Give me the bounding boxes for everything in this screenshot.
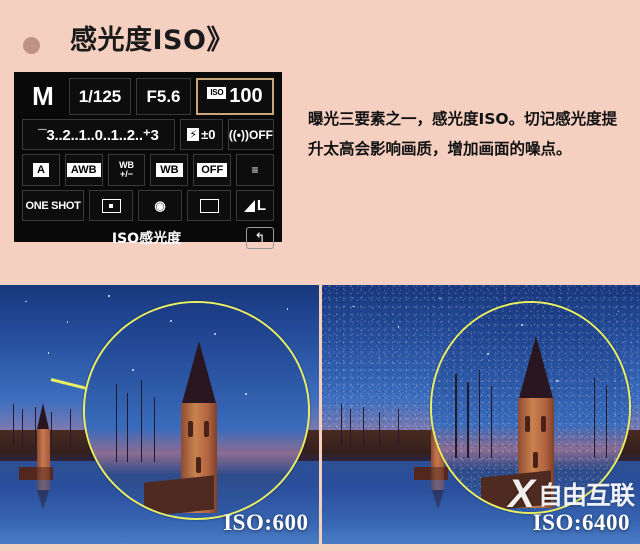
wb-shift-icon: WB +/− (119, 161, 134, 179)
watermark: X 自由互联 (508, 472, 635, 516)
shutter-speed-display[interactable]: 1/125 (69, 78, 131, 115)
metering-mode-button[interactable]: ◉ (138, 190, 182, 221)
af-area-button[interactable] (187, 190, 231, 221)
custom-controls-button[interactable]: ≡ (236, 154, 274, 186)
watermark-logo-icon: X (508, 472, 535, 516)
slide-header: 感光度ISO》 (0, 10, 640, 62)
photo-right-iso6400: X 自由互联 ISO:6400 (321, 285, 640, 544)
picture-style-button[interactable]: A (22, 154, 60, 186)
af-mode-button[interactable]: ONE SHOT (22, 190, 84, 221)
wifi-icon: ((•)) (228, 127, 249, 142)
iso-tag-icon: ISO (207, 86, 227, 99)
iso-value: 100 (229, 85, 263, 107)
custom-controls-icon: ≡ (251, 163, 259, 177)
picture-style-icon: A (32, 163, 49, 177)
wb-bracket-button[interactable]: WB (150, 154, 189, 186)
wb-shift-button[interactable]: WB +/− (107, 154, 146, 186)
quality-size-label: L (256, 197, 267, 214)
church-magnified (144, 341, 220, 517)
peripheral-illum-state: OFF (197, 163, 228, 177)
lcd-row-footer: ISO感光度 ↰ (22, 225, 274, 250)
aperture-display[interactable]: F5.6 (136, 78, 191, 115)
page-title: 感光度ISO》 (70, 25, 234, 56)
lcd-row-meter: ¯3..2..1..0..1..2..⁺3 ⚡ ±0 ((•)) OFF (22, 119, 274, 150)
bottom-background-strip (0, 544, 640, 551)
lcd-row-af-drive: ONE SHOT ◉ L (22, 190, 274, 221)
iso-setting-highlighted[interactable]: ISO 100 (196, 78, 274, 115)
peripheral-illumination-button[interactable]: OFF (193, 154, 232, 186)
white-balance-button[interactable]: AWB (64, 154, 103, 186)
camera-lcd-panel: M 1/125 F5.6 ISO 100 ¯3..2..1..0..1..2..… (14, 72, 282, 249)
flash-icon: ⚡ (187, 128, 200, 141)
lcd-row-image-settings: A AWB WB +/− WB OFF ≡ (22, 154, 274, 186)
quality-wedge-icon (243, 199, 255, 212)
caption-left: ISO:600 (223, 510, 309, 535)
flash-comp-value: ±0 (201, 127, 216, 142)
bullet-dot-icon (23, 37, 40, 54)
wb-shift-bottom: +/− (120, 169, 134, 179)
wb-bracket-icon: WB (156, 163, 183, 177)
wifi-status[interactable]: ((•)) OFF (227, 119, 274, 150)
exposure-level-meter[interactable]: ¯3..2..1..0..1..2..⁺3 (22, 119, 175, 150)
drive-mode-button[interactable] (89, 190, 133, 221)
slide-root: 感光度ISO》 M 1/125 F5.6 ISO 100 ¯3..2..1..0… (0, 0, 640, 551)
metering-mode-icon: ◉ (154, 197, 166, 213)
watermark-text: 自由互联 (537, 481, 635, 510)
shooting-mode-display[interactable]: M (22, 78, 64, 115)
photo-left-iso600: ISO:600 (0, 285, 319, 544)
image-quality-button[interactable]: L (236, 190, 274, 221)
description-text: 曝光三要素之一，感光度ISO。切记感光度提升太高会影响画质，增加画面的噪点。 (308, 110, 618, 158)
back-button-icon[interactable]: ↰ (246, 226, 274, 249)
lcd-row-exposure: M 1/125 F5.6 ISO 100 (22, 78, 274, 115)
flash-exposure-compensation[interactable]: ⚡ ±0 (179, 119, 223, 150)
af-area-icon (199, 198, 219, 213)
caption-right: ISO:6400 (532, 510, 630, 535)
church-reflection (35, 458, 51, 510)
magnifier-content (84, 302, 308, 518)
photo-comparison-strip: ISO:600 X 自由互联 ISO:6400 (0, 285, 640, 544)
magnifier-circle-left (82, 300, 310, 520)
awb-label: AWB (66, 163, 101, 177)
wifi-state: OFF (249, 127, 273, 142)
drive-mode-icon (101, 198, 121, 213)
lcd-footer-label: ISO感光度 (111, 230, 182, 247)
